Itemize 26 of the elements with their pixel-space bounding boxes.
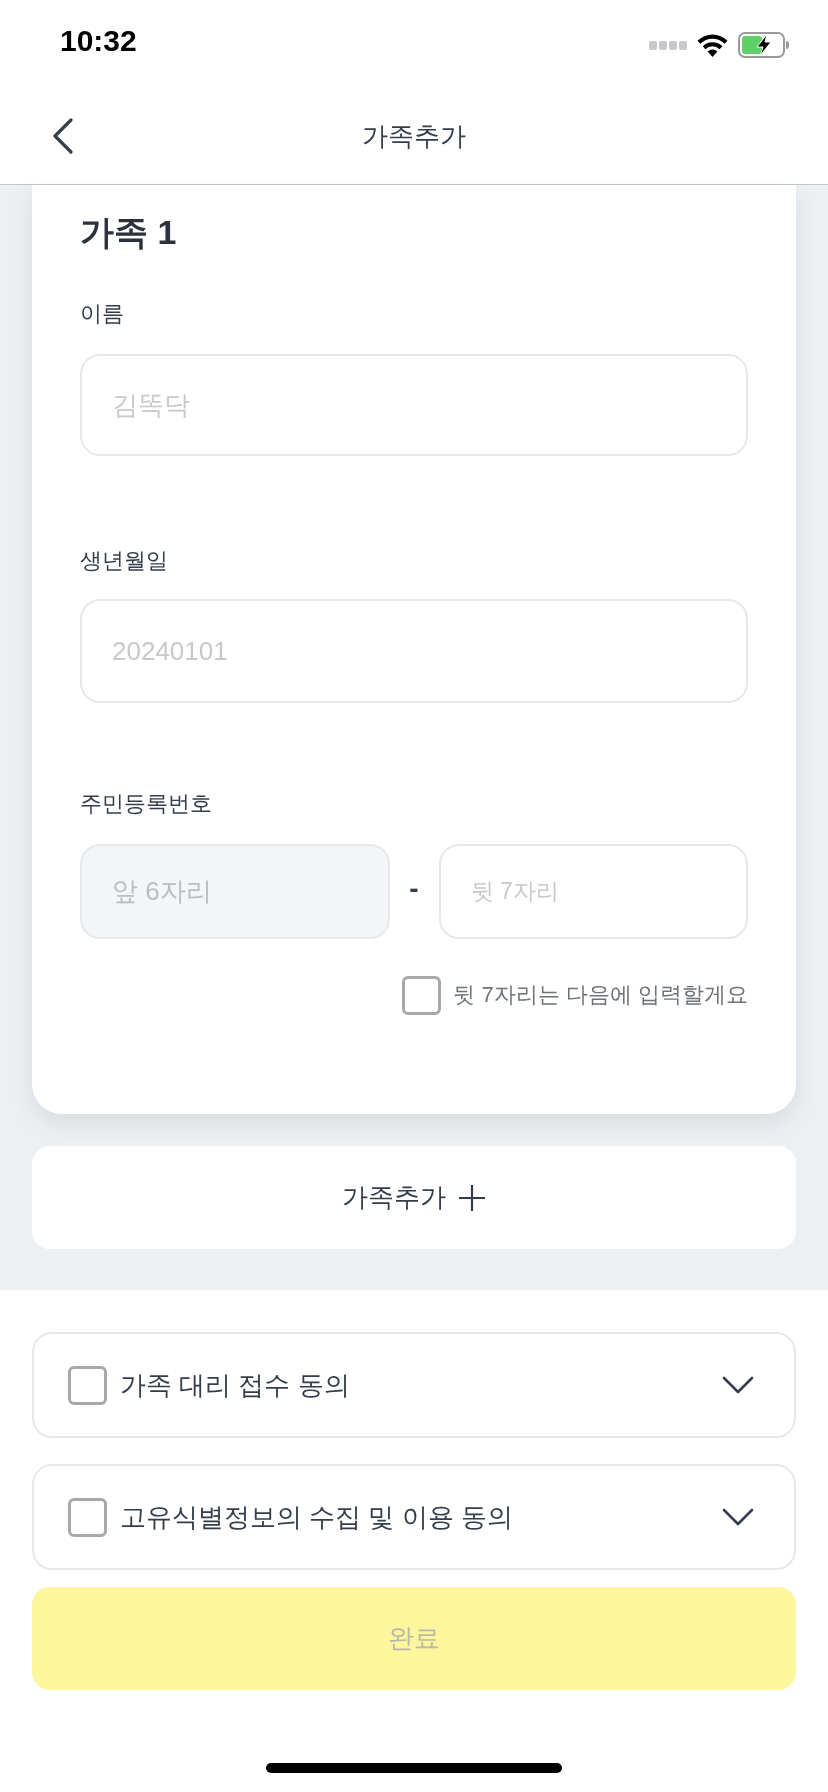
agreement-row[interactable]: 고유식별정보의 수집 및 이용 동의 xyxy=(32,1464,796,1570)
name-input[interactable]: 김똑닥 xyxy=(80,354,748,456)
signal-icon xyxy=(649,40,687,50)
field-label: 주민등록번호 xyxy=(80,790,213,818)
chevron-down-icon[interactable] xyxy=(722,1376,754,1394)
checkbox[interactable] xyxy=(68,1497,107,1537)
checkbox[interactable] xyxy=(402,975,442,1015)
chevron-down-icon[interactable] xyxy=(722,1508,754,1526)
status-time: 10:32 xyxy=(60,23,137,59)
add-family-button[interactable]: 가족추가 xyxy=(32,1146,796,1249)
field-label: 이름 xyxy=(80,300,125,328)
field-label: 생년월일 xyxy=(80,547,169,575)
agreement-label: 가족 대리 접수 동의 xyxy=(120,1369,351,1402)
agreement-label: 고유식별정보의 수집 및 이용 동의 xyxy=(120,1501,514,1534)
wifi-icon xyxy=(697,33,728,57)
plus-icon xyxy=(458,1183,486,1212)
checkbox-label: 뒷 7자리는 다음에 입력할게요 xyxy=(453,981,748,1009)
id-number-back-input[interactable]: 뒷 7자리 xyxy=(438,844,748,939)
agreement-row[interactable]: 가족 대리 접수 동의 xyxy=(32,1332,796,1438)
back-icon[interactable] xyxy=(52,118,74,154)
family-title: 가족 1 xyxy=(80,212,178,252)
battery-charging-icon xyxy=(738,32,790,58)
checkbox[interactable] xyxy=(68,1365,107,1405)
dash-separator: - xyxy=(409,871,419,906)
birthdate-input[interactable]: 20240101 xyxy=(80,599,748,703)
page-title: 가족추가 xyxy=(361,120,467,153)
